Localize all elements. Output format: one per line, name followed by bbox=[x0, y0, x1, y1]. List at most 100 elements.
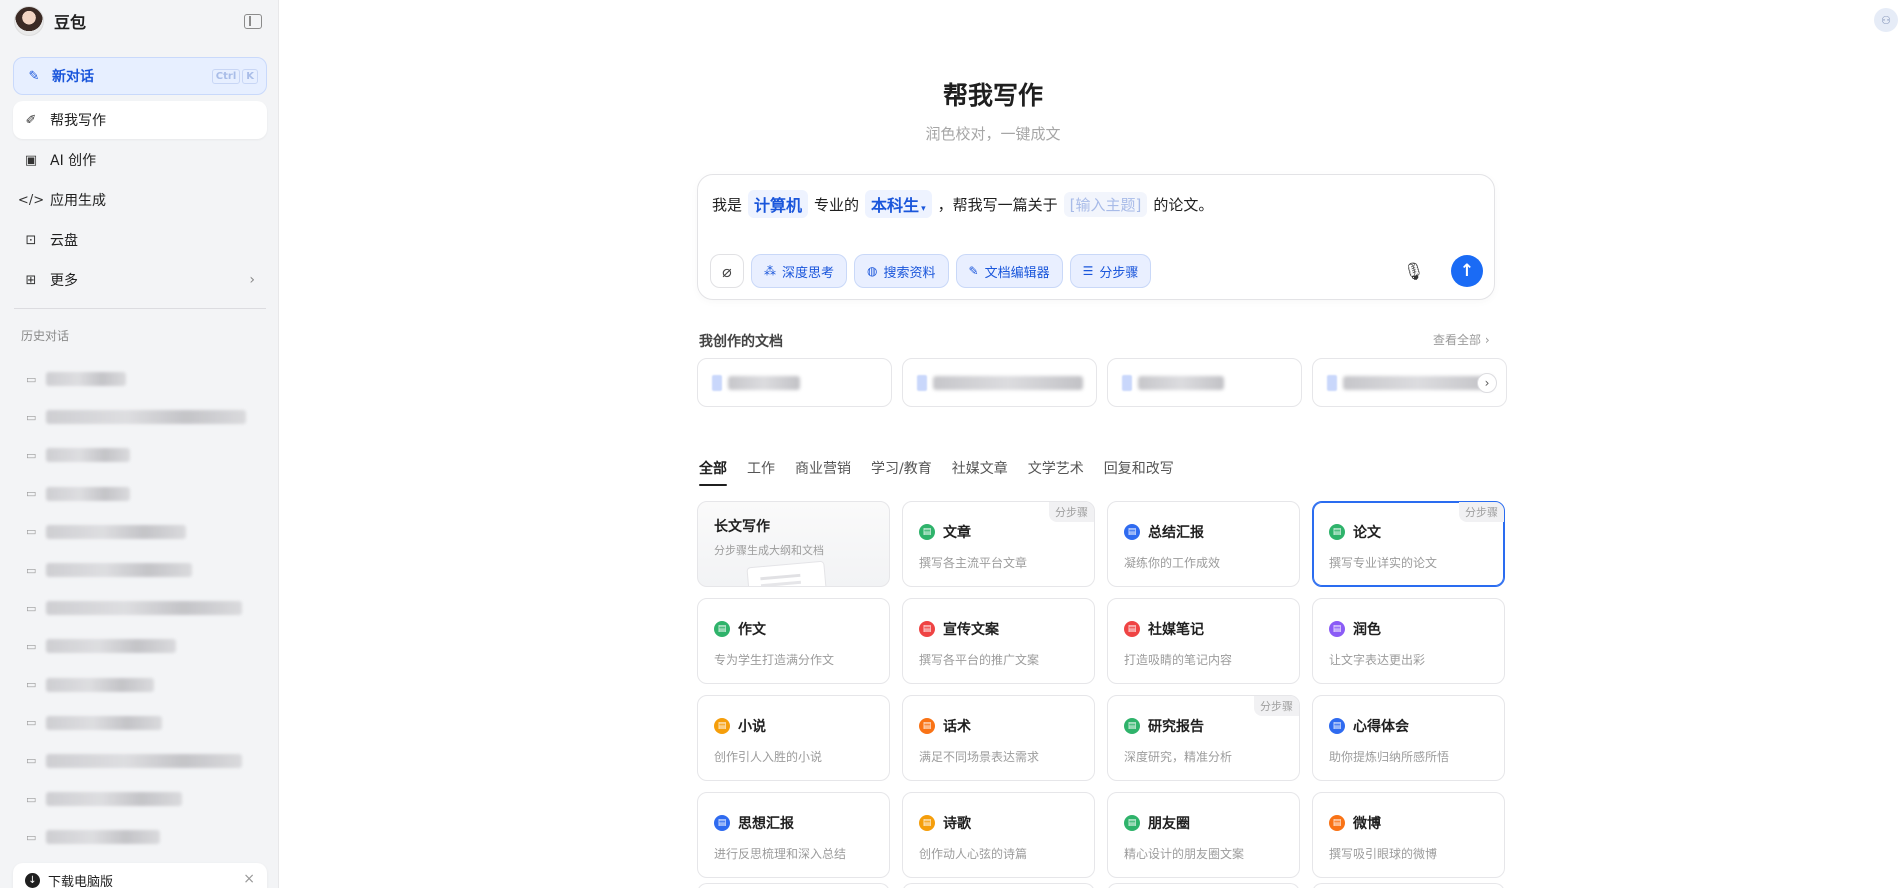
chevron-right-icon: › bbox=[1484, 333, 1490, 347]
writing-card[interactable]: ▤ 文章 撰写各主流平台文章 分步骤 bbox=[902, 501, 1095, 587]
sidebar-toggle-icon[interactable] bbox=[244, 14, 262, 29]
tool-label: 搜索资料 bbox=[883, 265, 936, 281]
history-title-redacted bbox=[46, 677, 154, 692]
history-title-redacted bbox=[46, 410, 246, 425]
history-item[interactable]: ▭ bbox=[26, 589, 256, 627]
tab-all[interactable]: 全部 bbox=[699, 458, 727, 486]
card-title: 诗歌 bbox=[943, 816, 971, 832]
history-title-redacted bbox=[46, 601, 242, 616]
card-description: 撰写各主流平台文章 bbox=[919, 556, 1028, 570]
download-label: 下载电脑版 bbox=[48, 874, 114, 888]
doc-card[interactable] bbox=[1107, 358, 1302, 407]
card-description: 创作动人心弦的诗篇 bbox=[919, 847, 1028, 861]
history-item[interactable]: ▭ bbox=[26, 360, 256, 398]
steps-icon: ☰ bbox=[1082, 264, 1094, 278]
card-type-icon: ▤ bbox=[919, 621, 935, 637]
view-all-link[interactable]: 查看全部 › bbox=[1433, 331, 1490, 348]
tab-work[interactable]: 工作 bbox=[747, 458, 775, 486]
card-head: 长文写作 bbox=[714, 516, 889, 536]
search-button[interactable]: ◍ 搜索资料 bbox=[854, 254, 949, 288]
sidebar-item-cloud[interactable]: ⊡ 云盘 bbox=[13, 221, 267, 259]
writing-card[interactable]: ▤ 话术 满足不同场景表达需求 bbox=[902, 695, 1095, 781]
tab-education[interactable]: 学习/教育 bbox=[871, 458, 932, 486]
history-item[interactable]: ▭ bbox=[26, 818, 256, 856]
history-item[interactable]: ▭ bbox=[26, 551, 256, 589]
card-description: 打造吸睛的笔记内容 bbox=[1124, 653, 1233, 667]
prompt-composer[interactable]: 我是 计算机 专业的 本科生 ▾ ，帮我写一篇关于 [输入主题] 的论文。 ⌀ ⁂… bbox=[697, 174, 1495, 300]
card-type-icon: ▤ bbox=[714, 718, 730, 734]
card-type-icon: ▤ bbox=[1329, 718, 1345, 734]
writing-card[interactable]: ▤ 润色 让文字表达更出彩 bbox=[1312, 598, 1505, 684]
chat-icon: ▭ bbox=[26, 716, 37, 730]
writing-card[interactable]: ▤ 微博 撰写吸引眼球的微博 bbox=[1312, 792, 1505, 878]
writing-card[interactable]: ▤ 思想汇报 进行反思梳理和深入总结 bbox=[697, 792, 890, 878]
think-icon: ⁂ bbox=[764, 264, 776, 278]
history-item[interactable]: ▭ bbox=[26, 436, 256, 474]
degree-select[interactable]: 本科生 ▾ bbox=[865, 190, 932, 218]
category-tabs: 全部 工作 商业营销 学习/教育 社媒文章 文学艺术 回复和改写 bbox=[699, 458, 1174, 486]
writing-card[interactable]: ▤ 心得体会 助你提炼归纳所感所悟 bbox=[1312, 695, 1505, 781]
doc-icon bbox=[917, 374, 927, 391]
sidebar-item-app-gen[interactable]: </> 应用生成 bbox=[13, 181, 267, 219]
docs-next-button[interactable]: › bbox=[1477, 373, 1497, 393]
writing-card[interactable]: ▤ 诗歌 创作动人心弦的诗篇 bbox=[902, 792, 1095, 878]
major-slot[interactable]: 计算机 bbox=[748, 190, 809, 218]
tab-marketing[interactable]: 商业营销 bbox=[795, 458, 851, 486]
microphone-icon[interactable]: 🎙 bbox=[1403, 262, 1425, 282]
tab-social[interactable]: 社媒文章 bbox=[952, 458, 1008, 486]
sidebar-item-ai-create[interactable]: ▣ AI 创作 bbox=[13, 141, 267, 179]
writing-card[interactable]: ▤ 论文 撰写专业详实的论文 分步骤 bbox=[1312, 501, 1505, 587]
pen-icon: ✐ bbox=[25, 112, 37, 128]
chat-icon: ▭ bbox=[26, 639, 37, 653]
writing-card[interactable]: ▤ 研究报告 深度研究，精准分析 分步骤 bbox=[1107, 695, 1300, 781]
history-title-redacted bbox=[46, 639, 176, 654]
history-item[interactable]: ▭ bbox=[26, 742, 256, 780]
prompt-text: 的论文。 bbox=[1153, 195, 1214, 214]
doc-icon bbox=[1327, 374, 1337, 391]
deep-think-button[interactable]: ⁂ 深度思考 bbox=[751, 254, 848, 288]
doc-editor-button[interactable]: ✎ 文档编辑器 bbox=[955, 254, 1063, 288]
card-head: ▤ 社媒笔记 bbox=[1124, 619, 1299, 639]
card-head: ▤ 研究报告 bbox=[1124, 716, 1299, 736]
history-item[interactable]: ▭ bbox=[26, 704, 256, 742]
history-item[interactable]: ▭ bbox=[26, 666, 256, 704]
history-title-redacted bbox=[46, 524, 186, 539]
chat-icon: ▭ bbox=[26, 563, 37, 577]
topic-input[interactable]: [输入主题] bbox=[1063, 191, 1148, 217]
history-item[interactable]: ▭ bbox=[26, 513, 256, 551]
tool-label: 分步骤 bbox=[1099, 265, 1139, 281]
history-item[interactable]: ▭ bbox=[26, 398, 256, 436]
doc-title-redacted bbox=[1138, 375, 1224, 390]
doc-card[interactable] bbox=[902, 358, 1097, 407]
steps-button[interactable]: ☰ 分步骤 bbox=[1069, 254, 1152, 288]
tab-literature[interactable]: 文学艺术 bbox=[1028, 458, 1084, 486]
card-head: ▤ 微博 bbox=[1329, 813, 1504, 833]
attach-button[interactable]: ⌀ bbox=[710, 254, 744, 288]
history-item[interactable]: ▭ bbox=[26, 780, 256, 818]
close-icon[interactable]: × bbox=[243, 871, 255, 887]
writing-card[interactable]: 长文写作 分步骤生成大纲和文档 bbox=[697, 501, 890, 587]
writing-card[interactable]: ▤ 作文 专为学生打造满分作文 bbox=[697, 598, 890, 684]
download-desktop-button[interactable]: ↓ 下载电脑版 × bbox=[13, 863, 267, 888]
writing-card[interactable]: ▤ 总结汇报 凝练你的工作成效 bbox=[1107, 501, 1300, 587]
my-docs-title: 我创作的文档 bbox=[699, 334, 783, 350]
writing-card[interactable]: ▤ 朋友圈 精心设计的朋友圈文案 bbox=[1107, 792, 1300, 878]
doc-card[interactable] bbox=[697, 358, 892, 407]
card-head: ▤ 朋友圈 bbox=[1124, 813, 1299, 833]
writing-card[interactable]: ▤ 小说 创作引人入胜的小说 bbox=[697, 695, 890, 781]
sidebar-item-label: 更多 bbox=[50, 273, 78, 289]
card-type-icon: ▤ bbox=[1124, 524, 1140, 540]
sidebar-item-label: 云盘 bbox=[50, 233, 78, 249]
writing-card[interactable]: ▤ 宣传文案 撰写各平台的推广文案 bbox=[902, 598, 1095, 684]
send-button[interactable]: ↑ bbox=[1451, 255, 1483, 287]
chevron-right-icon: › bbox=[249, 272, 255, 288]
user-avatar[interactable]: ⚇ bbox=[1874, 8, 1898, 32]
brand[interactable]: 豆包 bbox=[14, 6, 86, 36]
sidebar-item-more[interactable]: ⊞ 更多 › bbox=[13, 261, 267, 299]
history-item[interactable]: ▭ bbox=[26, 475, 256, 513]
card-description: 凝练你的工作成效 bbox=[1124, 556, 1221, 570]
writing-card[interactable]: ▤ 社媒笔记打造吸睛的笔记内容 bbox=[1107, 598, 1300, 684]
doc-title-redacted bbox=[1343, 375, 1493, 390]
history-item[interactable]: ▭ bbox=[26, 627, 256, 665]
tab-reply-rewrite[interactable]: 回复和改写 bbox=[1104, 458, 1174, 486]
